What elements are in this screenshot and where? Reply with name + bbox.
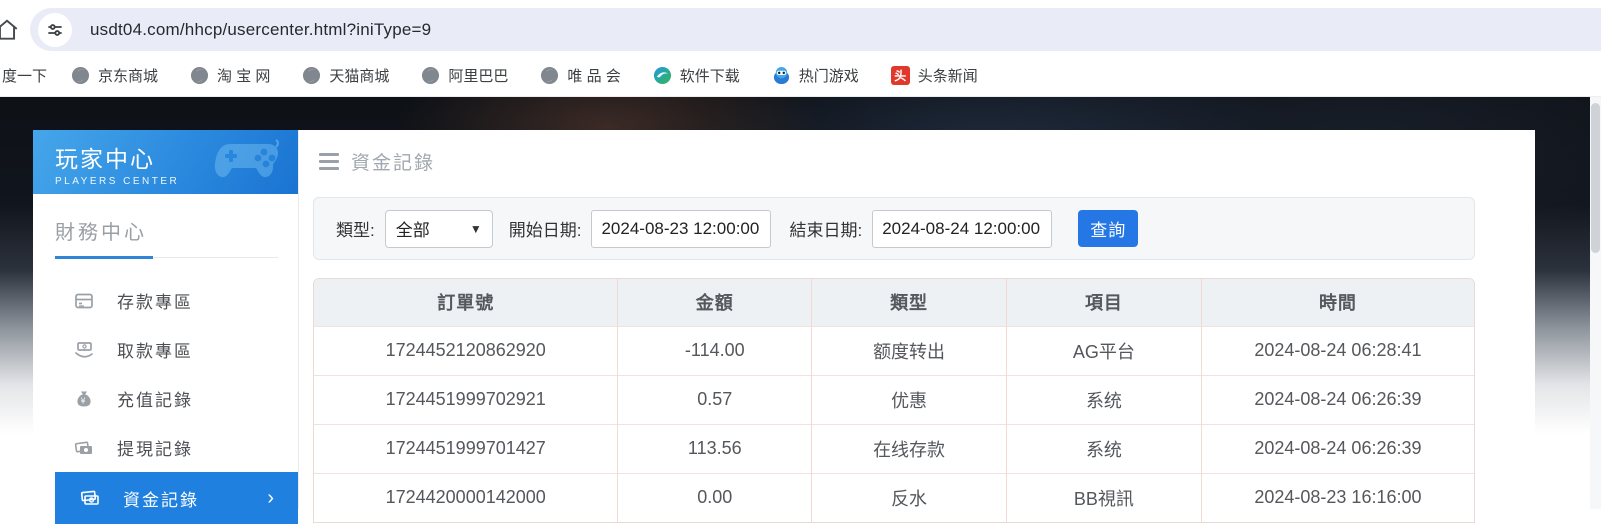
wallet-icon [73,437,95,459]
table-row: 1724451999701427 113.56 在线存款 系统 2024-08-… [314,423,1474,473]
sidebar-item-label: 提現記錄 [117,440,193,459]
cell-type: 反水 [811,472,1007,522]
cell-item: 系统 [1006,374,1202,424]
chevron-down-icon: ▼ [469,221,482,236]
svg-text:¥: ¥ [80,396,87,405]
type-select-value: 全部 [395,221,430,240]
table-row: 1724420000142000 0.00 反水 BB視訊 2024-08-23… [314,472,1474,522]
cell-amount: 0.57 [617,374,813,424]
col-time: 時間 [1201,279,1474,326]
sidebar-item-deposit[interactable]: 存款專區 [33,276,298,325]
bookmark-baidu[interactable]: 度一下 [2,65,47,86]
cell-type: 优惠 [811,374,1007,424]
cell-amount: 113.56 [617,423,813,473]
cell-item: 系统 [1006,423,1202,473]
site-settings-icon[interactable] [38,12,72,47]
browser-toolbar: usdt04.com/hhcp/usercenter.html?iniType=… [0,0,1601,55]
sidebar-item-funds-records[interactable]: 資金記錄 › [55,472,298,524]
cell-amount: -114.00 [617,325,813,375]
bookmark-jd[interactable]: 京东商城 [71,65,158,86]
table-header-row: 訂單號 金額 類型 項目 時間 [314,279,1474,326]
cell-item: BB視訊 [1006,472,1202,522]
sidebar-item-withdraw[interactable]: 取款專區 [33,325,298,374]
bookmark-tmall[interactable]: 天猫商城 [302,65,389,86]
col-item: 項目 [1006,279,1202,326]
menu-toggle-icon[interactable] [319,152,339,170]
search-button[interactable]: 查詢 [1078,210,1139,247]
type-label: 類型: [336,221,375,240]
table-row: 1724452120862920 -114.00 额度转出 AG平台 2024-… [314,325,1474,375]
cell-order-no: 1724451999702921 [314,374,619,424]
globe-icon [421,66,440,85]
section-underline [55,256,278,259]
bookmarks-bar: 度一下 京东商城 淘 宝 网 天猫商城 阿里巴巴 唯 品 会 软件下载 热门游戏… [0,55,1601,97]
bookmark-toutiao-news[interactable]: 头 头条新闻 [890,65,978,86]
globe-icon [190,66,209,85]
cell-type: 在线存款 [811,423,1007,473]
sidebar-item-label: 充值記錄 [117,391,193,410]
main-header: 資金記錄 [299,130,1535,192]
cell-time: 2024-08-23 16:16:00 [1201,472,1474,522]
content-wrapper: 玩家中心 PLAYERS CENTER 財務中心 存款專區 取款專區 ¥ 充值記… [33,130,1535,524]
col-type: 類型 [811,279,1007,326]
money-bag-icon: ¥ [73,388,95,410]
gamepad-icon [212,138,284,191]
withdraw-icon [73,339,95,361]
cell-type: 额度转出 [811,325,1007,375]
table-row: 1724451999702921 0.57 优惠 系统 2024-08-24 0… [314,374,1474,424]
bookmark-taobao[interactable]: 淘 宝 网 [190,65,270,86]
bookmark-alibaba[interactable]: 阿里巴巴 [421,65,508,86]
chevron-right-icon: › [267,486,276,509]
end-date-label: 結束日期: [789,221,863,240]
globe-icon [540,66,559,85]
col-order-no: 訂單號 [314,279,619,326]
cell-time: 2024-08-24 06:28:41 [1201,325,1474,375]
software-download-icon [653,66,672,85]
page-scrollbar[interactable] [1590,97,1601,509]
sidebar-section: 財務中心 [33,194,298,259]
scrollbar-thumb[interactable] [1591,103,1600,253]
sidebar: 玩家中心 PLAYERS CENTER 財務中心 存款專區 取款專區 ¥ 充值記… [33,130,299,524]
globe-icon [302,66,321,85]
cell-time: 2024-08-24 06:26:39 [1201,423,1474,473]
cell-amount: 0.00 [617,472,813,522]
sidebar-item-label: 資金記錄 [123,490,199,510]
start-date-input[interactable] [591,209,772,248]
sidebar-item-label: 取款專區 [117,342,193,361]
cell-time: 2024-08-24 06:26:39 [1201,374,1474,424]
end-date-input[interactable] [872,209,1053,248]
deposit-icon [73,290,95,312]
funds-icon [79,487,101,509]
home-icon[interactable] [0,17,20,43]
col-amount: 金額 [617,279,813,326]
sidebar-item-cashout-records[interactable]: 提現記錄 [33,423,298,472]
sidebar-item-label: 存款專區 [117,293,193,312]
type-select[interactable]: 全部 ▼ [384,209,493,248]
bookmark-hot-games[interactable]: 热门游戏 [772,65,859,86]
toutiao-icon: 头 [890,66,910,85]
bookmark-software-download[interactable]: 软件下载 [653,65,740,86]
globe-icon [71,66,90,85]
page-title: 資金記錄 [351,152,436,174]
sidebar-item-recharge-records[interactable]: ¥ 充值記錄 [33,374,298,423]
address-bar[interactable]: usdt04.com/hhcp/usercenter.html?iniType=… [30,8,1601,51]
cell-order-no: 1724420000142000 [314,472,619,522]
funds-table: 訂單號 金額 類型 項目 時間 1724452120862920 -114.00… [313,278,1475,523]
start-date-label: 開始日期: [508,221,582,240]
sidebar-banner: 玩家中心 PLAYERS CENTER [33,130,298,194]
cell-order-no: 1724451999701427 [314,423,619,473]
cell-order-no: 1724452120862920 [314,325,619,375]
sidebar-section-title: 財務中心 [55,222,147,244]
cell-item: AG平台 [1006,325,1202,375]
main-panel: 資金記錄 類型: 全部 ▼ 開始日期: 結束日期: 查詢 訂單號 金額 類型 [299,130,1535,523]
filter-bar: 類型: 全部 ▼ 開始日期: 結束日期: 查詢 [313,197,1475,260]
bookmark-vip[interactable]: 唯 品 会 [540,65,621,86]
url-text: usdt04.com/hhcp/usercenter.html?iniType=… [90,19,432,39]
sidebar-menu: 存款專區 取款專區 ¥ 充值記錄 提現記錄 資金記錄 › [33,276,298,524]
game-robot-icon [772,66,791,85]
